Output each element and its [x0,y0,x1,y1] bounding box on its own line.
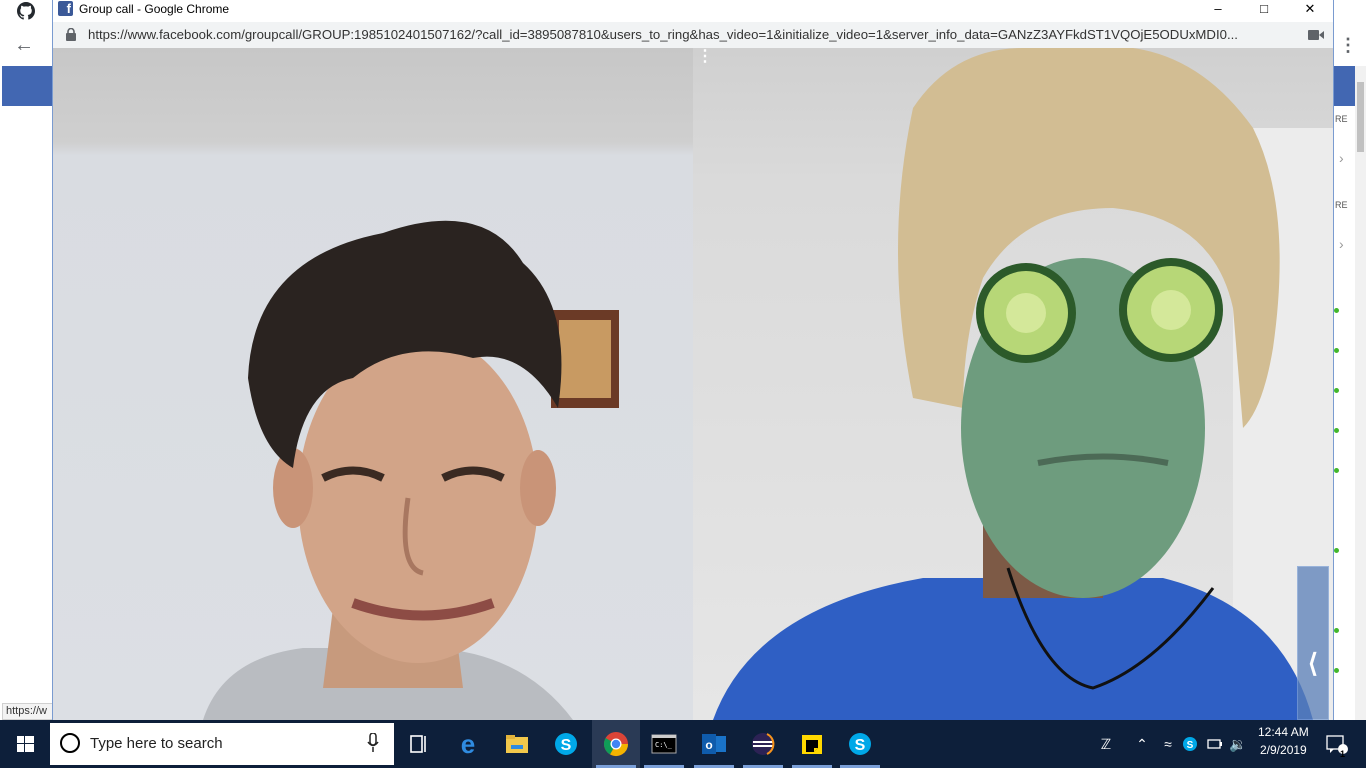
online-dot-icon [1334,348,1339,353]
chevron-right-icon[interactable]: › [1339,150,1344,166]
online-dot-icon [1334,388,1339,393]
side-label: RE [1335,200,1348,210]
task-view-icon[interactable] [402,728,434,760]
skype-icon[interactable]: S [844,728,876,760]
background-sidebar: RE › RE › [1333,106,1355,720]
search-placeholder: Type here to search [90,735,223,752]
file-explorer-icon[interactable] [501,728,533,760]
chrome-icon[interactable] [600,728,632,760]
video-area: ⋮ ⟨ [53,48,1333,720]
clock-time[interactable]: 12:44 AM [1258,725,1309,739]
chrome-menu-icon[interactable]: ⋮ [1338,33,1358,57]
wifi-icon[interactable]: ≈ [1158,734,1178,754]
battery-icon[interactable] [1205,734,1225,754]
notification-center-icon[interactable] [1324,734,1350,754]
group-call-window: f Group call - Google Chrome – □ ✕ https… [52,0,1334,720]
participant-video-right-image [713,48,1333,720]
outlook-icon[interactable]: o [698,728,730,760]
more-options-icon[interactable]: ⋮ [697,49,713,72]
online-dot-icon [1334,428,1339,433]
side-label: RE [1335,114,1348,124]
facebook-header-bar-right [1333,66,1355,106]
camera-icon[interactable] [1308,29,1324,41]
github-icon[interactable] [17,2,35,20]
close-button[interactable]: ✕ [1287,0,1333,17]
chevron-up-icon[interactable]: ⌃ [1132,734,1152,754]
eclipse-icon[interactable] [747,728,779,760]
cortana-icon [60,733,80,753]
sticky-notes-icon[interactable] [796,728,828,760]
volume-icon[interactable]: 🔉 [1228,734,1248,754]
background-scrollbar[interactable] [1355,66,1366,720]
notification-count: 1 [1340,749,1346,759]
command-prompt-icon[interactable]: C:\_ [648,728,680,760]
skype-tray-icon[interactable]: S [1180,734,1200,754]
online-dot-icon [1334,668,1339,673]
lock-icon [66,28,76,41]
online-dot-icon [1334,468,1339,473]
facebook-icon: f [58,1,73,16]
svg-text:S: S [1187,740,1194,751]
online-dot-icon [1334,548,1339,553]
maximize-button[interactable]: □ [1241,0,1287,17]
facebook-header-bar [2,66,54,106]
participant-video-left-image [203,220,619,720]
clock-date[interactable]: 2/9/2019 [1260,743,1307,757]
participant-video-left [53,48,693,720]
taskbar: Type here to search e S C:\_ o S ℤ ⌃ ≈ S… [0,720,1366,768]
participant-video-right [693,48,1333,720]
svg-text:S: S [561,737,572,754]
minimize-button[interactable]: – [1195,0,1241,17]
back-arrow-icon[interactable]: ← [12,33,36,57]
address-bar[interactable]: https://www.facebook.com/groupcall/GROUP… [53,22,1333,48]
svg-text:S: S [855,737,866,754]
window-title: Group call - Google Chrome [79,2,230,16]
svg-text:C:\_: C:\_ [655,741,673,749]
online-dot-icon [1334,628,1339,633]
url-text[interactable]: https://www.facebook.com/groupcall/GROUP… [88,27,1298,43]
windows-start-icon[interactable] [0,720,50,768]
search-input[interactable]: Type here to search [50,723,394,765]
title-bar[interactable]: f Group call - Google Chrome – □ ✕ [53,0,1333,22]
microphone-icon[interactable] [367,733,379,753]
status-bubble: https://w [2,703,54,720]
skype-icon[interactable]: S [550,728,582,760]
collapse-arrow-icon[interactable]: ⟨ [1300,638,1326,688]
svg-text:o: o [705,738,712,752]
svg-text:e: e [461,729,475,759]
people-icon[interactable]: ℤ [1096,734,1116,754]
online-dot-icon [1334,308,1339,313]
scrollbar-thumb[interactable] [1357,82,1364,152]
edge-icon[interactable]: e [452,728,484,760]
chevron-right-icon[interactable]: › [1339,236,1344,252]
